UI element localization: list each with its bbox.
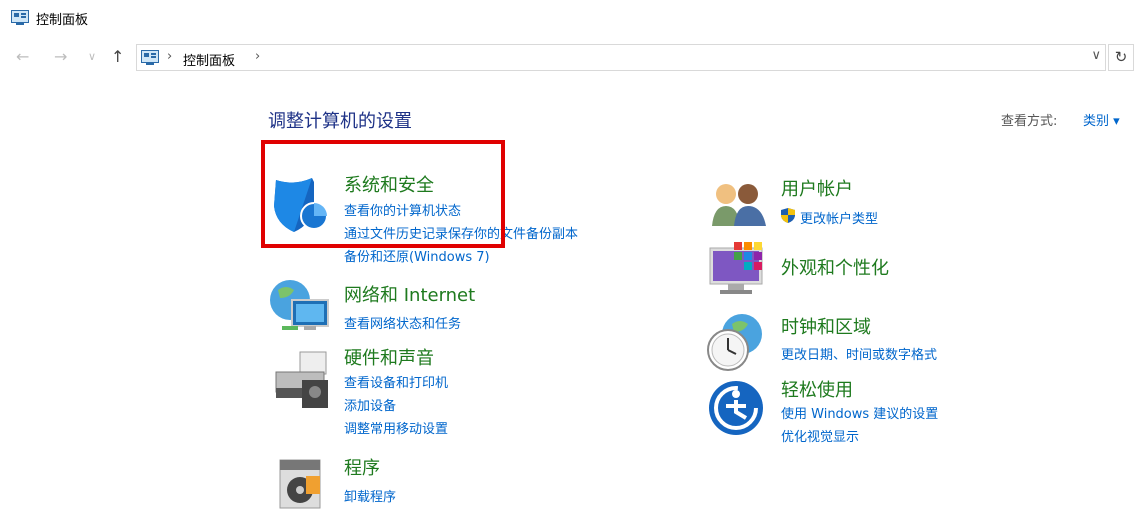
link-backup-restore[interactable]: 备份和还原(Windows 7) [344, 246, 490, 265]
printer-icon[interactable] [270, 350, 332, 410]
highlight-box [261, 140, 505, 248]
window-title: 控制面板 [36, 13, 89, 28]
ease-of-access-icon[interactable] [708, 380, 764, 436]
network-icon[interactable] [268, 276, 334, 336]
link-recommended-settings[interactable]: 使用 Windows 建议的设置 [781, 403, 938, 422]
breadcrumb-separator[interactable]: › [167, 49, 172, 64]
up-button[interactable]: ↑ [111, 48, 124, 66]
link-uninstall-program[interactable]: 卸载程序 [344, 486, 396, 505]
link-mobility-settings[interactable]: 调整常用移动设置 [344, 418, 448, 437]
control-panel-icon [11, 10, 29, 25]
category-user-accounts[interactable]: 用户帐户 [781, 175, 853, 201]
link-change-account-type[interactable]: 更改帐户类型 [800, 208, 878, 227]
view-by-label: 查看方式: [1001, 114, 1058, 129]
address-bar[interactable]: › 控制面板 › ∨ [136, 44, 1106, 71]
category-programs[interactable]: 程序 [344, 454, 380, 480]
category-ease-of-access[interactable]: 轻松使用 [781, 376, 853, 402]
category-hardware-sound[interactable]: 硬件和声音 [344, 344, 434, 370]
back-button[interactable]: ← [16, 48, 29, 66]
uac-shield-icon [781, 208, 795, 223]
forward-button[interactable]: → [54, 48, 67, 66]
page-title: 调整计算机的设置 [268, 111, 412, 132]
category-network-internet[interactable]: 网络和 Internet [344, 281, 475, 307]
link-add-device[interactable]: 添加设备 [344, 395, 396, 414]
programs-icon[interactable] [274, 454, 328, 512]
clock-icon[interactable] [706, 312, 766, 372]
recent-locations-button[interactable]: ∨ [88, 48, 96, 66]
users-icon[interactable] [710, 180, 768, 228]
link-change-date-time-format[interactable]: 更改日期、时间或数字格式 [781, 344, 937, 363]
category-appearance[interactable]: 外观和个性化 [781, 254, 889, 280]
link-network-status[interactable]: 查看网络状态和任务 [344, 313, 461, 332]
address-dropdown-button[interactable]: ∨ [1091, 48, 1101, 63]
view-by-dropdown[interactable]: 类别 ▾ [1083, 110, 1120, 129]
category-clock-region[interactable]: 时钟和区域 [781, 313, 871, 339]
control-panel-icon [141, 50, 159, 65]
title-bar: 控制面板 [0, 0, 1138, 38]
link-devices-printers[interactable]: 查看设备和打印机 [344, 372, 448, 391]
refresh-button[interactable]: ↻ [1108, 44, 1134, 71]
breadcrumb-control-panel[interactable]: 控制面板 [183, 50, 235, 69]
appearance-icon[interactable] [708, 240, 768, 298]
link-optimize-visual-display[interactable]: 优化视觉显示 [781, 426, 859, 445]
breadcrumb-separator[interactable]: › [255, 49, 260, 64]
